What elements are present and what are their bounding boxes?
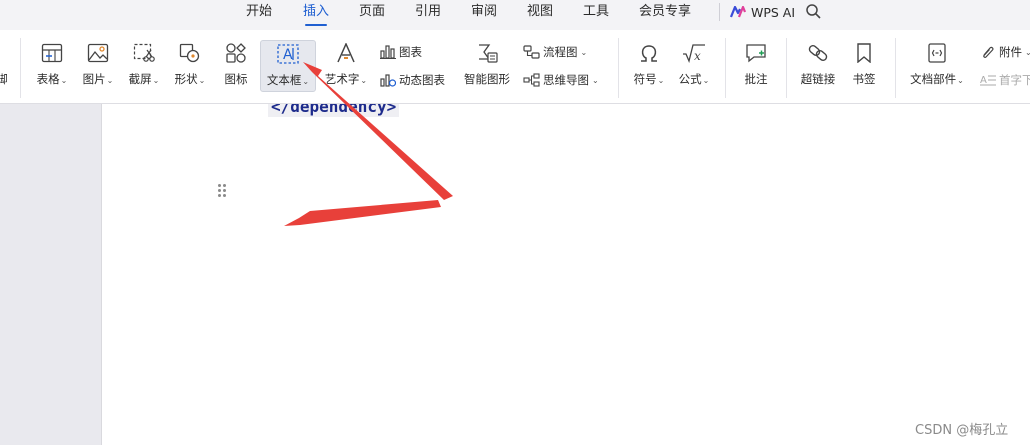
smart-graphic-button[interactable]: 智能图形 [460,30,514,104]
icons-button[interactable]: 图标 [214,30,258,104]
formula-label: 公式 [678,72,702,86]
attachment-label: 附件 [999,45,1022,59]
wordart-label: 艺术字 [324,72,360,86]
table-label: 表格 [36,72,60,86]
divider [725,38,726,98]
bookmark-icon [857,43,871,63]
wps-ai-logo-icon [730,6,746,18]
bookmark-button[interactable]: 书签 [844,30,884,104]
menu-tab-bar: 开始 插入 页面 引用 审阅 视图 工具 会员专享 WPS AI [0,0,1030,30]
comment-add-icon [746,44,766,63]
footer-label: 脚 [0,72,8,86]
bar-chart-icon [380,45,396,59]
picture-icon [87,43,109,63]
code-fragment: </dependency> [268,104,400,117]
divider [895,38,896,98]
shapes-button[interactable]: 形状⌄ [168,30,212,104]
comment-label: 批注 [744,72,768,86]
omega-symbol-icon [641,45,657,62]
icons-gallery-icon [226,43,246,63]
picture-button[interactable]: 图片⌄ [76,30,120,104]
wps-ai-button[interactable]: WPS AI [730,2,795,22]
drop-cap-button[interactable]: A 首字下 [980,70,1030,90]
tab-references[interactable]: 引用 [415,0,441,30]
flowchart-button[interactable]: 流程图 ⌄ [523,42,587,62]
formula-button[interactable]: x 公式⌄ [672,30,716,104]
tab-insert[interactable]: 插入 [303,0,329,30]
symbol-button[interactable]: 符号⌄ [628,30,670,104]
smart-graphic-icon [479,44,498,63]
doc-parts-button[interactable]: 文档部件⌄ [905,30,969,104]
svg-text:A: A [980,75,987,86]
watermark: CSDN @梅孔立 [915,423,1009,438]
doc-parts-icon [928,43,946,63]
table-icon [41,43,63,63]
screenshot-label: 截屏 [128,72,152,86]
doc-parts-label: 文档部件 [910,72,957,86]
svg-text:x: x [694,49,701,63]
tab-view[interactable]: 视图 [527,0,553,30]
hyperlink-button[interactable]: 超链接 [796,30,840,104]
search-icon[interactable] [805,3,823,21]
drop-cap-icon: A [980,75,996,86]
wordart-button[interactable]: 艺术字⌄ [320,30,372,104]
icons-label: 图标 [224,72,248,86]
paragraph-drag-handle-icon[interactable] [218,184,228,198]
footer-button[interactable]: 脚 [0,30,10,104]
comment-button[interactable]: 批注 [735,30,777,104]
shapes-label: 形状 [174,72,198,86]
mindmap-label: 思维导图 [543,73,589,87]
flowchart-label: 流程图 [543,45,578,59]
divider [618,38,619,98]
shapes-icon [179,43,200,63]
dynamic-chart-label: 动态图表 [399,73,445,87]
bookmark-label: 书签 [852,72,876,86]
tab-tools[interactable]: 工具 [583,0,609,30]
textbox-label: 文本框 [266,73,302,87]
textbox-icon: A [277,44,299,64]
divider [786,38,787,98]
drop-cap-label: 首字下 [999,73,1030,87]
tab-separator [719,3,720,21]
code-fragment-clip: </dependency> [260,104,460,118]
picture-label: 图片 [82,72,106,86]
screenshot-scissors-icon [133,43,155,62]
dynamic-chart-icon [380,74,396,87]
wps-ai-label: WPS AI [751,4,796,20]
table-button[interactable]: 表格⌄ [30,30,74,104]
dynamic-chart-button[interactable]: 动态图表 [380,70,445,90]
smart-graphic-label: 智能图形 [464,72,510,86]
mindmap-button[interactable]: 思维导图 ⌄ [523,70,599,90]
formula-sqrt-icon: x [683,44,705,63]
link-icon [808,45,828,61]
flowchart-icon [523,45,540,59]
tab-home[interactable]: 开始 [246,0,272,30]
mindmap-icon [523,73,540,87]
insert-ribbon: 脚 表格⌄ 图片⌄ 截屏⌄ 形状⌄ 图标 A 文本框⌄ 艺术字⌄ 图表 动态图表 [0,30,1030,104]
attachment-button[interactable]: 附件 ⌄ [980,42,1030,62]
screenshot-button[interactable]: 截屏⌄ [122,30,166,104]
chart-label: 图表 [399,45,422,59]
divider [20,38,21,98]
textbox-button[interactable]: A 文本框⌄ [260,40,316,92]
svg-text:A: A [283,47,293,63]
document-page[interactable] [101,104,1030,445]
wordart-icon [337,43,355,63]
tab-member[interactable]: 会员专享 [639,0,691,30]
paperclip-icon [983,46,994,58]
tab-review[interactable]: 审阅 [471,0,497,30]
symbol-label: 符号 [633,72,657,86]
hyperlink-label: 超链接 [800,72,836,86]
tab-page[interactable]: 页面 [359,0,385,30]
chart-button[interactable]: 图表 [380,42,422,62]
